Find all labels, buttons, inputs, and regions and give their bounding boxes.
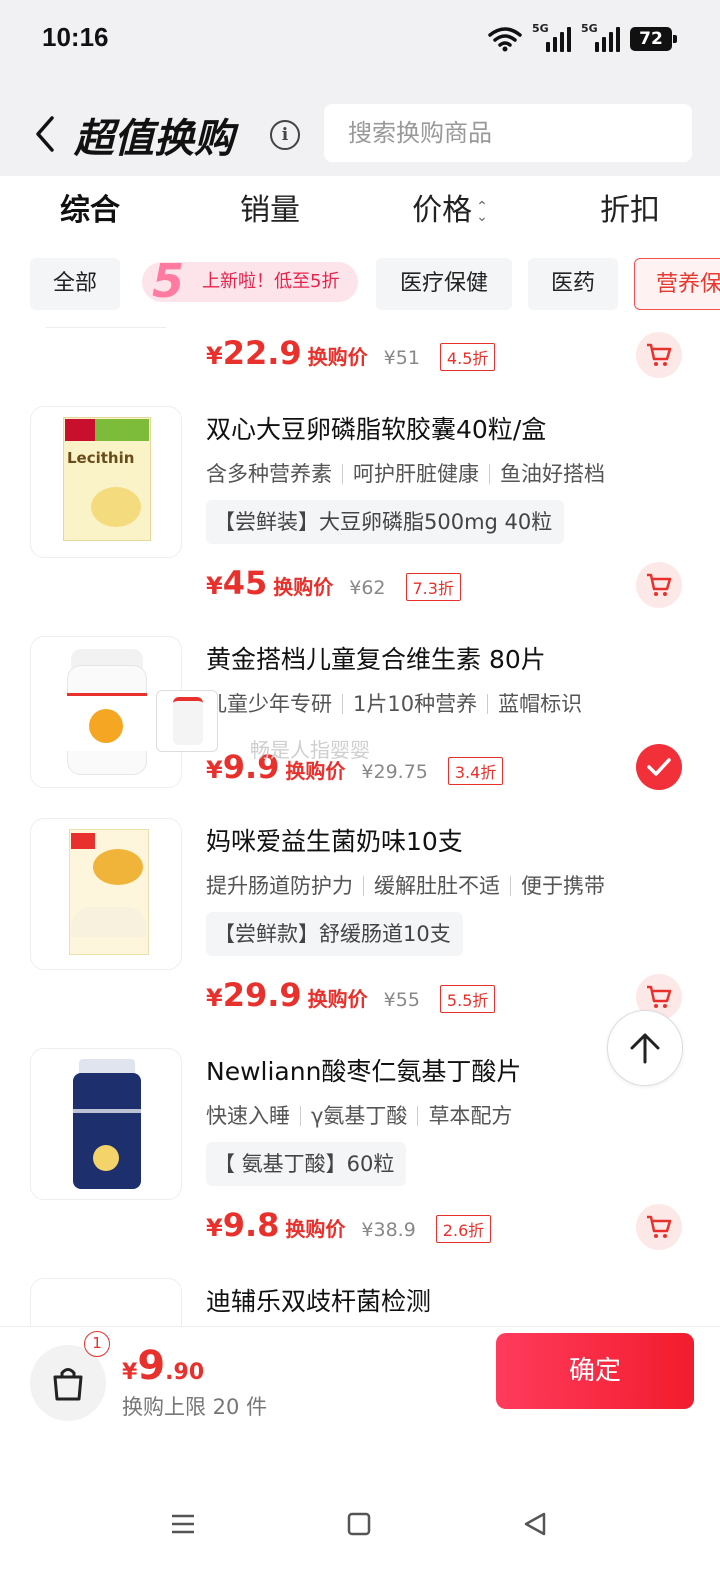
back-icon[interactable] <box>30 112 58 156</box>
discount-badge: 3.4折 <box>447 757 504 785</box>
wifi-icon <box>488 27 522 52</box>
price-row: ¥22.9 换购价 ¥51 4.5折 <box>206 334 496 374</box>
arrow-up-icon[interactable] <box>607 1010 683 1086</box>
tab-price[interactable]: 价格 ⌃ ⌄ <box>360 176 540 246</box>
price-row: ¥45 换购价 ¥62 7.3折 <box>206 564 461 604</box>
price-label: 换购价 <box>307 345 368 369</box>
original-price: ¥29.75 <box>361 761 428 783</box>
tab-sales[interactable]: 销量 <box>180 176 360 246</box>
category-chips: 全部 上新啦！低至5折 5 医疗保健 医药 营养保 <box>0 258 720 314</box>
price-value: 22.9 <box>222 334 302 372</box>
spec-tag[interactable]: 【尝鲜装】大豆卵磷脂500mg 40粒 <box>206 500 565 544</box>
price-label: 换购价 <box>273 575 334 599</box>
price-value: 29.9 <box>222 976 302 1014</box>
product-tags: 快速入睡 γ氨基丁酸 草本配方 <box>206 1100 512 1130</box>
chip-medicine[interactable]: 医药 <box>528 258 618 310</box>
status-icons: 5G 5G 72 <box>488 22 677 54</box>
original-price: ¥62 <box>349 577 386 599</box>
discount-badge: 2.6折 <box>435 1215 492 1243</box>
price-value: 45 <box>222 564 268 602</box>
thumb-edge <box>46 318 166 328</box>
spec-tag[interactable]: 【尝鲜款】舒缓肠道10支 <box>206 912 463 956</box>
header-area: 10:16 5G 5G 72 超值换购 i 搜索换购商品 <box>0 0 720 176</box>
promo-number: 5 <box>152 258 185 308</box>
bottom-bar: 1 ¥9.90 换购上限 20 件 确定 <box>0 1326 720 1584</box>
price-label: 换购价 <box>285 1217 346 1241</box>
search-input[interactable]: 搜索换购商品 <box>324 104 692 162</box>
product-tags: 含多种营养素 呵护肝脏健康 鱼油好搭档 <box>206 458 605 488</box>
confirm-button[interactable]: 确定 <box>496 1333 694 1409</box>
product-name: 妈咪爱益生菌奶味10支 <box>206 827 463 856</box>
tab-price-label: 价格 <box>412 193 473 228</box>
signal-icon-1: 5G <box>532 22 571 52</box>
discount-badge: 5.5折 <box>439 985 496 1013</box>
product-list: ¥22.9 换购价 ¥51 4.5折 Lecithin 双心大豆卵磷脂软胶囊40… <box>0 318 720 1326</box>
system-nav-bar <box>0 1497 720 1557</box>
product-name: Newliann酸枣仁氨基丁酸片 <box>206 1057 522 1086</box>
original-price: ¥38.9 <box>361 1219 416 1241</box>
signal-icon-2: 5G <box>581 22 620 52</box>
spec-tag[interactable]: 【 氨基丁酸】60粒 <box>206 1142 407 1186</box>
original-price: ¥51 <box>383 347 420 369</box>
product-name: 迪辅乐双歧杆菌检测 <box>206 1287 432 1316</box>
home-icon[interactable] <box>346 1511 372 1537</box>
info-icon[interactable]: i <box>270 120 300 150</box>
watermark: 畅是人指婴婴 <box>250 738 370 762</box>
product-tags: 儿童少年专研 1片10种营养 蓝帽标识 <box>206 688 582 718</box>
product-name: 双心大豆卵磷脂软胶囊40粒/盒 <box>206 415 547 444</box>
back-triangle-icon[interactable] <box>522 1511 548 1537</box>
cart-icon[interactable] <box>636 562 682 608</box>
floating-product-thumb <box>156 690 218 752</box>
chip-all[interactable]: 全部 <box>30 258 120 310</box>
battery-icon: 72 <box>630 27 677 51</box>
page-title: 超值换购 <box>74 116 234 162</box>
check-icon[interactable] <box>636 744 682 790</box>
product-image <box>30 1048 182 1200</box>
original-price: ¥55 <box>383 989 420 1011</box>
cart-icon[interactable] <box>636 332 682 378</box>
product-name: 黄金搭档儿童复合维生素 80片 <box>206 645 546 674</box>
product-image <box>30 1278 182 1326</box>
discount-badge: 7.3折 <box>405 573 461 601</box>
status-time: 10:16 <box>42 22 109 52</box>
chip-nutrition[interactable]: 营养保 <box>634 258 720 310</box>
sort-caret-icon: ⌃ ⌄ <box>476 198 488 225</box>
tab-comprehensive[interactable]: 综合 <box>0 176 180 246</box>
purchase-limit: 换购上限 20 件 <box>122 1395 268 1419</box>
price-row: ¥29.9 换购价 ¥55 5.5折 <box>206 976 496 1016</box>
menu-icon[interactable] <box>170 1511 196 1537</box>
price-row: ¥9.8 换购价 ¥38.9 2.6折 <box>206 1206 492 1246</box>
sort-tabs: 综合 销量 价格 ⌃ ⌄ 折扣 <box>0 176 720 246</box>
product-image: Lecithin <box>30 406 182 558</box>
price-value: 9.8 <box>222 1206 280 1244</box>
cart-icon[interactable] <box>636 1204 682 1250</box>
cart-count-badge: 1 <box>84 1331 110 1357</box>
product-tags: 提升肠道防护力 缓解肚肚不适 便于携带 <box>206 870 605 900</box>
product-image <box>30 818 182 970</box>
price-label: 换购价 <box>307 987 368 1011</box>
chip-medical[interactable]: 医疗保健 <box>376 258 512 310</box>
discount-badge: 4.5折 <box>439 343 496 371</box>
tab-discount[interactable]: 折扣 <box>540 176 720 246</box>
total-price: ¥9.90 <box>122 1343 205 1389</box>
